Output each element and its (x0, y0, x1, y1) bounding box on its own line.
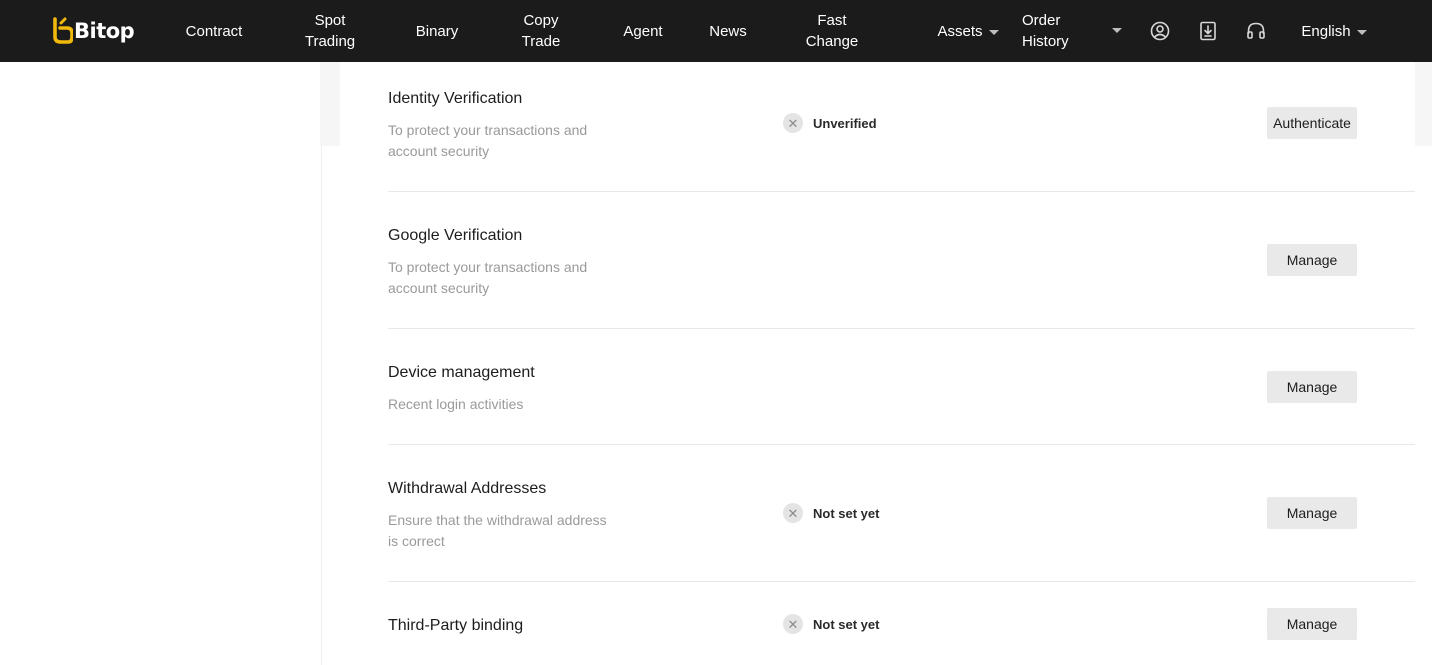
nav-assets[interactable]: Assets (932, 0, 1004, 62)
user-icon[interactable] (1148, 19, 1172, 43)
authenticate-button[interactable]: Authenticate (1267, 107, 1357, 139)
manage-button[interactable]: Manage (1267, 244, 1357, 276)
nav-copy-trade[interactable]: Copy Trade (510, 0, 572, 62)
manage-button[interactable]: Manage (1267, 371, 1357, 403)
close-icon: ✕ (783, 614, 803, 634)
status-text: Not set yet (813, 505, 880, 521)
sidebar-panel (0, 62, 322, 665)
top-navigation-bar: Bitop Contract Spot Trading Binary Copy … (0, 0, 1432, 62)
security-row-device: Device management Recent login activitie… (388, 329, 1415, 445)
security-row-google: Google Verification To protect your tran… (388, 192, 1415, 329)
content-gutter-left (320, 62, 340, 146)
manage-button[interactable]: Manage (1267, 497, 1357, 529)
status-badge: ✕ Not set yet (783, 503, 879, 523)
nav-contract[interactable]: Contract (178, 0, 250, 62)
bitop-logo[interactable]: Bitop (51, 16, 135, 46)
content-gutter-right (1415, 62, 1432, 146)
row-description: Recent login activities (388, 396, 524, 412)
chevron-down-icon (1356, 29, 1367, 35)
status-text: Not set yet (813, 616, 880, 632)
security-row-identity: Identity Verification To protect your tr… (388, 62, 1415, 192)
close-icon: ✕ (783, 503, 803, 523)
status-text: Unverified (813, 115, 877, 131)
row-description: To protect your transactions and account… (388, 122, 588, 159)
logo-text: Bitop (74, 19, 135, 43)
chevron-down-icon[interactable] (1112, 28, 1122, 33)
row-title: Google Verification (388, 227, 523, 244)
status-badge: ✕ Not set yet (783, 614, 879, 634)
nav-fast-change[interactable]: Fast Change (796, 0, 868, 62)
nav-spot-trading[interactable]: Spot Trading (296, 0, 364, 62)
headset-icon[interactable] (1244, 19, 1268, 43)
manage-button[interactable]: Manage (1267, 608, 1357, 640)
nav-binary[interactable]: Binary (408, 0, 466, 62)
status-badge: ✕ Unverified (783, 113, 877, 133)
row-title: Third-Party binding (388, 617, 524, 634)
nav-news[interactable]: News (702, 0, 754, 62)
row-description: To protect your transactions and account… (388, 259, 588, 296)
language-selector[interactable]: English (1296, 0, 1372, 62)
close-icon: ✕ (783, 113, 803, 133)
security-row-withdrawal: Withdrawal Addresses Ensure that the wit… (388, 445, 1415, 582)
language-label: English (1301, 22, 1351, 40)
bitop-logo-icon (53, 17, 73, 44)
nav-assets-label: Assets (937, 22, 983, 40)
security-row-third-party: Third-Party binding ✕ Not set yet Manage (388, 582, 1415, 665)
nav-agent[interactable]: Agent (614, 0, 672, 62)
nav-order-history[interactable]: Order History (1022, 0, 1084, 62)
row-title: Device management (388, 364, 535, 381)
download-icon[interactable] (1196, 19, 1220, 43)
row-title: Identity Verification (388, 90, 523, 107)
row-title: Withdrawal Addresses (388, 480, 547, 497)
chevron-down-icon (988, 29, 999, 35)
row-description: Ensure that the withdrawal address is co… (388, 512, 607, 549)
